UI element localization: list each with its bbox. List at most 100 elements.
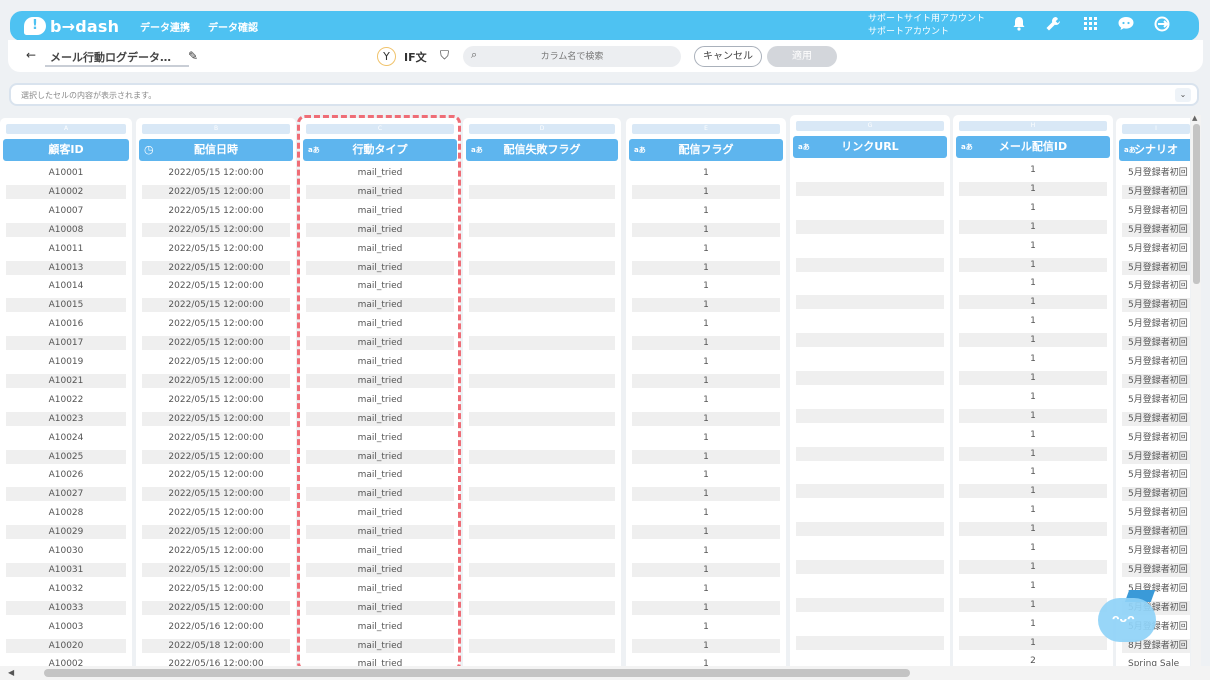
- table-cell[interactable]: 2022/05/16 12:00:00: [142, 657, 290, 666]
- table-cell[interactable]: 2022/05/15 12:00:00: [142, 317, 290, 331]
- table-cell[interactable]: 1: [959, 579, 1107, 593]
- scroll-up-arrow-icon[interactable]: ▲: [1192, 114, 1197, 122]
- table-cell[interactable]: A10032: [6, 582, 126, 596]
- table-cell[interactable]: 5月登録者初回: [1122, 336, 1190, 351]
- table-cell[interactable]: [796, 465, 944, 479]
- table-cell[interactable]: [796, 446, 944, 461]
- table-cell[interactable]: A10030: [6, 544, 126, 558]
- table-cell[interactable]: 2022/05/15 12:00:00: [142, 411, 290, 426]
- table-cell[interactable]: [796, 408, 944, 423]
- table-cell[interactable]: [469, 562, 615, 577]
- table-cell[interactable]: A10033: [6, 600, 126, 615]
- table-cell[interactable]: [796, 635, 944, 650]
- table-cell[interactable]: 1: [632, 562, 780, 577]
- table-cell[interactable]: 1: [959, 617, 1107, 631]
- table-cell[interactable]: A10025: [6, 449, 126, 464]
- table-cell[interactable]: [796, 333, 944, 348]
- table-cell[interactable]: 5月登録者初回: [1122, 431, 1190, 445]
- table-cell[interactable]: [469, 431, 615, 445]
- wrench-icon[interactable]: [1043, 16, 1063, 36]
- table-cell[interactable]: 1: [959, 390, 1107, 404]
- table-cell[interactable]: 2022/05/15 12:00:00: [142, 582, 290, 596]
- table-cell[interactable]: 1: [632, 336, 780, 351]
- table-cell[interactable]: 1: [632, 298, 780, 313]
- table-cell[interactable]: A10026: [6, 468, 126, 482]
- shield-icon[interactable]: ⛉: [440, 48, 449, 63]
- branch-icon[interactable]: Y: [377, 47, 396, 66]
- logout-icon[interactable]: [1152, 16, 1172, 36]
- table-cell[interactable]: 1: [632, 317, 780, 331]
- table-cell[interactable]: 1: [632, 487, 780, 502]
- table-cell[interactable]: 2022/05/15 12:00:00: [142, 355, 290, 369]
- column-header[interactable]: aあ 配信フラグ: [629, 139, 783, 161]
- table-cell[interactable]: 5月登録者初回: [1122, 317, 1190, 331]
- column-letter[interactable]: G: [796, 121, 944, 131]
- table-cell[interactable]: [469, 166, 615, 180]
- cancel-button[interactable]: キャンセル: [694, 46, 762, 67]
- table-cell[interactable]: [796, 295, 944, 310]
- table-cell[interactable]: 1: [632, 525, 780, 540]
- table-cell[interactable]: A10031: [6, 562, 126, 577]
- column-letter[interactable]: B: [142, 124, 290, 134]
- table-cell[interactable]: 2022/05/15 12:00:00: [142, 166, 290, 180]
- table-cell[interactable]: 2022/05/15 12:00:00: [142, 393, 290, 407]
- column-letter[interactable]: E: [632, 124, 780, 134]
- table-cell[interactable]: [469, 260, 615, 275]
- table-cell[interactable]: A10017: [6, 336, 126, 351]
- table-cell[interactable]: 2022/05/16 12:00:00: [142, 620, 290, 634]
- table-cell[interactable]: 1: [959, 295, 1107, 310]
- table-cell[interactable]: 5月登録者初回: [1122, 260, 1190, 275]
- table-cell[interactable]: [796, 201, 944, 215]
- table-cell[interactable]: 1: [959, 276, 1107, 290]
- table-cell[interactable]: 1: [632, 506, 780, 520]
- table-cell[interactable]: 2022/05/15 12:00:00: [142, 506, 290, 520]
- table-cell[interactable]: 2022/05/15 12:00:00: [142, 525, 290, 540]
- table-cell[interactable]: [469, 317, 615, 331]
- table-cell[interactable]: 1: [632, 431, 780, 445]
- apply-button[interactable]: 適用: [767, 46, 837, 67]
- table-cell[interactable]: [469, 600, 615, 615]
- dataset-title[interactable]: メール行動ログデータ…: [50, 49, 171, 65]
- pencil-icon[interactable]: ✎: [188, 49, 198, 63]
- table-cell[interactable]: [796, 219, 944, 234]
- table-cell[interactable]: 5月登録者初回: [1122, 298, 1190, 313]
- column-header[interactable]: aあ リンクURL: [793, 136, 947, 158]
- table-cell[interactable]: 5月登録者初回: [1122, 487, 1190, 502]
- table-cell[interactable]: [469, 373, 615, 388]
- table-cell[interactable]: [469, 525, 615, 540]
- table-cell[interactable]: [469, 638, 615, 653]
- table-cell[interactable]: A10001: [6, 166, 126, 180]
- column-g[interactable]: Gaあ リンクURL: [790, 115, 950, 666]
- table-cell[interactable]: A10002: [6, 184, 126, 199]
- table-cell[interactable]: 1: [632, 184, 780, 199]
- table-cell[interactable]: [796, 541, 944, 555]
- table-cell[interactable]: Spring Sale: [1122, 657, 1190, 666]
- table-cell[interactable]: [469, 393, 615, 407]
- column-header[interactable]: aあ 配信失敗フラグ: [466, 139, 618, 161]
- table-cell[interactable]: A10024: [6, 431, 126, 445]
- table-cell[interactable]: [796, 370, 944, 385]
- table-cell[interactable]: A10021: [6, 373, 126, 388]
- table-cell[interactable]: 2022/05/15 12:00:00: [142, 487, 290, 502]
- table-cell[interactable]: 1: [959, 370, 1107, 385]
- table-cell[interactable]: A10028: [6, 506, 126, 520]
- table-cell[interactable]: A10014: [6, 279, 126, 293]
- table-cell[interactable]: [469, 582, 615, 596]
- table-cell[interactable]: [796, 654, 944, 666]
- table-cell[interactable]: 1: [959, 503, 1107, 517]
- table-cell[interactable]: 1: [632, 411, 780, 426]
- table-cell[interactable]: [469, 279, 615, 293]
- column-header[interactable]: aあ メール配信ID: [956, 136, 1110, 158]
- table-cell[interactable]: 1: [632, 260, 780, 275]
- table-cell[interactable]: 1: [632, 242, 780, 256]
- table-cell[interactable]: [469, 355, 615, 369]
- column-header[interactable]: 顧客ID: [3, 139, 129, 161]
- table-cell[interactable]: [796, 597, 944, 612]
- table-cell[interactable]: A10016: [6, 317, 126, 331]
- table-cell[interactable]: 1: [632, 468, 780, 482]
- column-i[interactable]: Iaあ シナリオ 5月登録者初回 5月登録者初回 5月登録者初回 5月登録者初回 5月登録者…: [1116, 118, 1190, 666]
- table-cell[interactable]: [469, 242, 615, 256]
- if-statement-button[interactable]: IF文: [404, 49, 427, 65]
- table-cell[interactable]: 1: [632, 620, 780, 634]
- table-cell[interactable]: [469, 657, 615, 666]
